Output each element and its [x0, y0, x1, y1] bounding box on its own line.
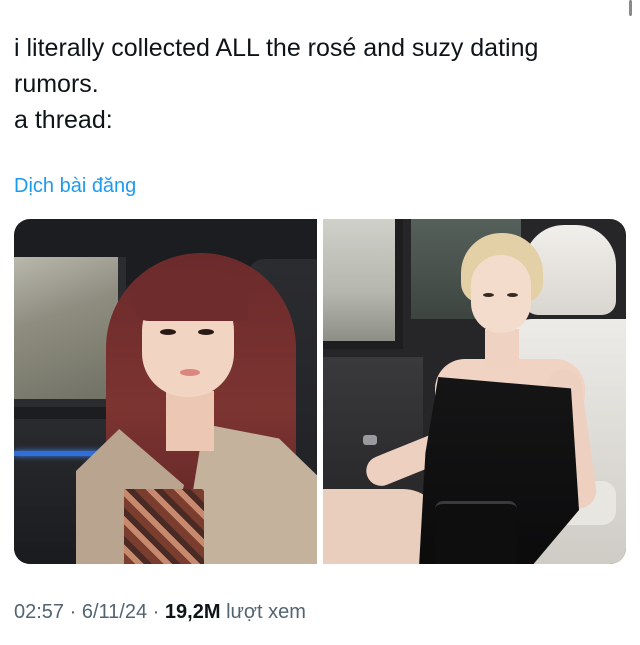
- post-date[interactable]: 6/11/24: [82, 601, 147, 623]
- scroll-indicator[interactable]: [629, 0, 632, 16]
- tweet-meta: 02:57 · 6/11/24 · 19,2M lượt xem: [14, 601, 306, 624]
- post-time[interactable]: 02:57: [14, 601, 64, 623]
- tweet-text: i literally collected ALL the rosé and s…: [14, 30, 614, 138]
- tweet-line: a thread:: [14, 106, 113, 134]
- views-label: lượt xem: [226, 601, 306, 623]
- photo-suzy[interactable]: [14, 219, 317, 564]
- translate-post-link[interactable]: Dịch bài đăng: [14, 175, 136, 198]
- tweet-line: i literally collected ALL the rosé and s…: [14, 34, 539, 62]
- meta-separator: ·: [69, 601, 77, 623]
- meta-separator: ·: [152, 601, 160, 623]
- tweet-line: rumors.: [14, 70, 99, 98]
- photo-rose[interactable]: [323, 219, 626, 564]
- views-count: 19,2M: [164, 601, 221, 623]
- media-grid: [14, 219, 626, 564]
